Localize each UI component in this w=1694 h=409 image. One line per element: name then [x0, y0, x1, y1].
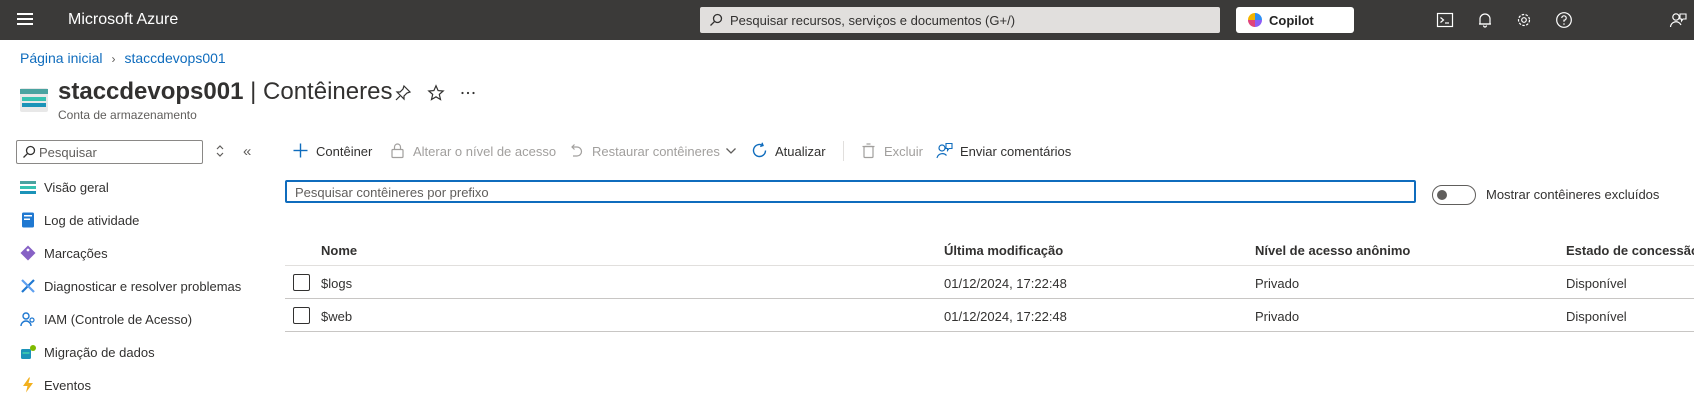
nav-item-diagnose[interactable]: Diagnosticar e resolver problemas — [20, 275, 270, 299]
nav-item-activity-log[interactable]: Log de atividade — [20, 209, 270, 233]
activity-log-icon — [22, 212, 34, 228]
refresh-label: Atualizar — [775, 144, 826, 159]
page-title-resource: staccdevops001 — [58, 78, 244, 105]
page-title-separator: | — [243, 78, 264, 105]
column-header-anonymous-access[interactable]: Nível de acesso anônimo — [1255, 243, 1410, 258]
breadcrumb: Página inicial › staccdevops001 — [20, 50, 226, 66]
table-header-row: Nome Última modificação Nível de acesso … — [285, 234, 1694, 266]
nav-search-placeholder: Pesquisar — [39, 145, 97, 160]
nav-item-label: Visão geral — [44, 180, 109, 195]
container-name[interactable]: $logs — [321, 276, 352, 291]
delete-button[interactable]: Excluir — [860, 141, 930, 163]
undo-icon — [571, 144, 583, 157]
page-title: staccdevops001 | Contêineres — [58, 78, 392, 106]
last-modified: 01/12/2024, 17:22:48 — [944, 276, 1067, 291]
send-feedback-button[interactable]: Enviar comentários — [936, 141, 1086, 163]
pin-icon[interactable] — [394, 84, 412, 102]
toolbar-divider — [843, 141, 844, 161]
copilot-label: Copilot — [1269, 13, 1314, 28]
table-row[interactable]: $web 01/12/2024, 17:22:48 Privado Dispon… — [285, 300, 1694, 332]
column-header-last-modified[interactable]: Última modificação — [944, 243, 1063, 258]
refresh-icon — [752, 142, 767, 158]
change-access-level-label: Alterar o nível de acesso — [413, 144, 557, 159]
notifications-icon[interactable] — [1476, 11, 1494, 29]
favorite-star-icon[interactable] — [427, 84, 445, 102]
copilot-logo-icon — [1248, 13, 1262, 27]
container-prefix-search-input[interactable]: Pesquisar contêineres por prefixo — [285, 180, 1416, 203]
overview-icon — [20, 181, 36, 194]
storage-account-icon — [20, 88, 48, 112]
feedback-person-icon — [936, 142, 953, 159]
add-icon — [293, 143, 308, 158]
global-search-placeholder: Pesquisar recursos, serviços e documento… — [730, 13, 1016, 28]
delete-label: Excluir — [884, 144, 924, 159]
breadcrumb-chevron-icon: › — [111, 52, 116, 66]
nav-item-tags[interactable]: Marcações — [20, 242, 270, 266]
search-icon — [23, 145, 36, 158]
container-name[interactable]: $web — [321, 309, 352, 324]
top-bar: Microsoft Azure Pesquisar recursos, serv… — [0, 0, 1694, 40]
restore-containers-button[interactable]: Restaurar contêineres — [568, 141, 743, 163]
nav-item-events[interactable]: Eventos — [20, 374, 270, 398]
add-container-label: Contêiner — [316, 144, 373, 159]
trash-icon — [862, 143, 875, 159]
restore-containers-label: Restaurar contêineres — [592, 144, 720, 159]
column-header-name[interactable]: Nome — [321, 243, 357, 258]
page-subtitle: Conta de armazenamento — [58, 108, 197, 122]
nav-item-data-migration[interactable]: Migração de dados — [20, 341, 270, 365]
sort-icon[interactable] — [214, 144, 226, 158]
refresh-button[interactable]: Atualizar — [751, 141, 831, 163]
copilot-button[interactable]: Copilot — [1236, 7, 1354, 33]
feedback-icon[interactable] — [1669, 11, 1687, 29]
lock-icon — [391, 143, 404, 159]
table-row[interactable]: $logs 01/12/2024, 17:22:48 Privado Dispo… — [285, 267, 1694, 299]
chevron-down-icon — [726, 148, 736, 154]
nav-item-iam[interactable]: IAM (Controle de Acesso) — [20, 308, 270, 332]
more-options-icon[interactable] — [459, 84, 477, 102]
column-header-lease-state[interactable]: Estado de concessão — [1566, 243, 1694, 258]
nav-item-label: Log de atividade — [44, 213, 140, 228]
send-feedback-label: Enviar comentários — [960, 144, 1072, 159]
collapse-nav-icon[interactable]: « — [243, 143, 251, 160]
settings-icon[interactable] — [1515, 11, 1533, 29]
row-checkbox[interactable] — [293, 274, 310, 291]
nav-item-label: Diagnosticar e resolver problemas — [44, 279, 242, 294]
nav-item-label: Marcações — [44, 246, 108, 261]
diagnose-icon — [21, 279, 35, 293]
tags-icon — [20, 245, 36, 261]
nav-item-overview[interactable]: Visão geral — [20, 176, 270, 200]
cloud-shell-icon[interactable] — [1436, 11, 1454, 29]
toggle-knob — [1437, 190, 1447, 200]
hamburger-menu-icon[interactable] — [17, 13, 33, 26]
global-search-input[interactable]: Pesquisar recursos, serviços e documento… — [700, 7, 1220, 33]
breadcrumb-home-link[interactable]: Página inicial — [20, 50, 103, 66]
lease-state: Disponível — [1566, 276, 1627, 291]
events-icon — [23, 377, 33, 393]
breadcrumb-resource-link[interactable]: staccdevops001 — [125, 50, 226, 66]
page-title-blade: Contêineres — [263, 78, 393, 105]
nav-item-label: Migração de dados — [44, 345, 155, 360]
show-deleted-label: Mostrar contêineres excluídos — [1486, 187, 1660, 202]
anonymous-access-level: Privado — [1255, 309, 1300, 324]
row-checkbox[interactable] — [293, 307, 310, 324]
lease-state: Disponível — [1566, 309, 1627, 324]
show-deleted-toggle[interactable] — [1432, 185, 1476, 205]
data-migration-icon — [21, 345, 36, 359]
nav-search-input[interactable]: Pesquisar — [16, 140, 203, 164]
brand-title[interactable]: Microsoft Azure — [68, 11, 178, 29]
search-icon — [710, 13, 723, 26]
change-access-level-button[interactable]: Alterar o nível de acesso — [389, 141, 559, 163]
container-prefix-search-placeholder: Pesquisar contêineres por prefixo — [295, 185, 489, 200]
help-icon[interactable] — [1555, 11, 1573, 29]
nav-item-label: Eventos — [44, 378, 91, 393]
anonymous-access-level: Privado — [1255, 276, 1300, 291]
add-container-button[interactable]: Contêiner — [292, 141, 382, 163]
iam-icon — [20, 312, 35, 327]
last-modified: 01/12/2024, 17:22:48 — [944, 309, 1067, 324]
nav-item-label: IAM (Controle de Acesso) — [44, 312, 193, 327]
